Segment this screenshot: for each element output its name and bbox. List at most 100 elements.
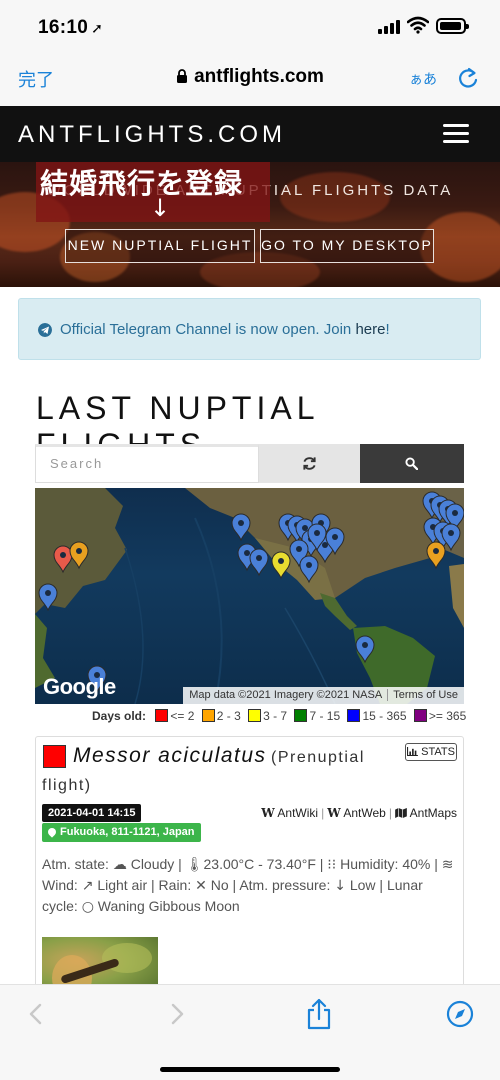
map-icon	[395, 808, 407, 818]
marker-layer	[35, 488, 464, 704]
text-size-button[interactable]: ぁあ	[409, 69, 437, 89]
arrow-up-right-icon: ↗	[81, 878, 94, 894]
search-input[interactable]: Search	[35, 444, 259, 483]
map-pin-icon[interactable]	[38, 583, 58, 612]
map-pin-icon[interactable]	[249, 548, 269, 577]
legend-swatch	[347, 709, 361, 722]
legend-item: >= 365	[413, 709, 466, 723]
map-pin-dot	[452, 510, 458, 516]
legend-swatch	[413, 709, 427, 722]
wind-icon: ≋	[441, 857, 454, 873]
legend-item: 3 - 7	[248, 709, 287, 723]
arrow-down-icon: ↓	[334, 878, 346, 894]
home-indicator	[160, 1067, 340, 1072]
reload-icon[interactable]	[457, 67, 479, 89]
site-header: ANTFLIGHTS.COM	[0, 106, 500, 162]
url-text: antflights.com	[194, 66, 324, 87]
go-to-desktop-button[interactable]: GO TO MY DESKTOP	[260, 229, 434, 263]
location-pin-icon	[46, 826, 58, 838]
battery-icon	[436, 18, 469, 34]
search-icon	[405, 457, 418, 470]
map-pin-dot	[332, 534, 338, 540]
wikipedia-w-icon: W	[327, 806, 341, 820]
humidity-icon: ⁝⁝	[327, 857, 337, 873]
moon-icon: ○	[81, 899, 94, 915]
days-old-legend: Days old: <= 2 2 - 3 3 - 7 7 - 15 15 - 3…	[92, 709, 470, 723]
forward-icon[interactable]	[171, 1003, 185, 1025]
map-pin-icon[interactable]	[231, 513, 251, 542]
terms-of-use-link[interactable]: Terms of Use	[393, 689, 458, 701]
close-icon: ✕	[195, 878, 207, 894]
antmaps-link[interactable]: AntMaps	[410, 806, 457, 820]
refresh-button[interactable]	[259, 444, 360, 483]
map-pin-icon[interactable]	[69, 541, 89, 570]
browser-bar: 完了 antflights.com ぁあ	[0, 56, 500, 106]
map-pin-dot	[433, 548, 439, 554]
antweb-link[interactable]: AntWeb	[343, 806, 385, 820]
cloudy-icon: ☁	[112, 857, 127, 873]
search-row: Search	[35, 444, 464, 483]
menu-icon[interactable]	[443, 124, 469, 144]
legend-swatch	[155, 709, 169, 722]
register-flight-overlay-text: 結婚飛行を登録	[40, 167, 244, 200]
telegram-icon	[38, 323, 52, 337]
legend-item: 15 - 365	[347, 709, 407, 723]
lock-icon	[177, 69, 188, 83]
thermometer-icon: 🌡	[185, 857, 204, 873]
search-button[interactable]	[360, 444, 464, 483]
back-icon[interactable]	[28, 1003, 42, 1025]
location-arrow-icon: ➚	[91, 20, 104, 36]
map-pin-dot	[322, 542, 328, 548]
flight-datetime: 2021-04-01 14:15	[42, 804, 142, 822]
weather-conditions: Atm. state: ☁ Cloudy | 🌡23.00°C - 73.40°…	[42, 856, 454, 915]
map-pin-dot	[238, 520, 244, 526]
google-logo: Google	[43, 674, 116, 699]
map-pin-dot	[314, 530, 320, 536]
map-pin-icon[interactable]	[441, 523, 461, 552]
down-arrow-icon: ↓	[150, 194, 171, 222]
browser-toolbar	[0, 984, 500, 1080]
species-name[interactable]: Messor aciculatus	[73, 744, 267, 768]
cellular-signal-icon	[378, 20, 402, 34]
flights-map[interactable]: Google Map data ©2021 Imagery ©2021 NASA…	[35, 488, 464, 704]
legend-swatch	[294, 709, 308, 722]
site-brand[interactable]: ANTFLIGHTS.COM	[18, 121, 286, 149]
refresh-icon	[303, 457, 316, 470]
map-pin-dot	[76, 548, 82, 554]
legend-title: Days old:	[92, 709, 147, 723]
compass-icon[interactable]	[446, 1000, 474, 1028]
legend-swatch	[201, 709, 215, 722]
map-pin-icon[interactable]	[53, 545, 73, 574]
map-pin-dot	[306, 562, 312, 568]
wifi-icon	[407, 16, 429, 34]
map-pin-dot	[302, 525, 308, 531]
hero-banner: WORLDWIDE ANT NUPTIAL FLIGHTS DATA 結婚飛行を…	[0, 162, 500, 287]
external-links: W AntWiki | W AntWeb | AntMaps	[261, 806, 457, 820]
map-credits: Map data ©2021 Imagery ©2021 NASA Terms o…	[183, 687, 464, 704]
new-nuptial-flight-button[interactable]: NEW NUPTIAL FLIGHT	[65, 229, 255, 263]
status-bar: 16:10 ➚	[0, 0, 500, 56]
age-color-indicator	[43, 745, 66, 768]
legend-item: 2 - 3	[201, 709, 241, 723]
telegram-alert: Official Telegram Channel is now open. J…	[18, 298, 481, 360]
antwiki-link[interactable]: AntWiki	[277, 806, 318, 820]
map-pin-icon[interactable]	[426, 541, 446, 570]
stats-button[interactable]: STATS	[405, 743, 457, 761]
map-pin-dot	[296, 546, 302, 552]
map-pin-icon[interactable]	[355, 635, 375, 664]
flight-type-continued: flight)	[42, 777, 92, 794]
wikipedia-w-icon: W	[261, 806, 275, 820]
map-pin-dot	[45, 590, 51, 596]
flight-type: (Prenuptial	[271, 749, 365, 766]
flight-card: Messor aciculatus (Prenuptial flight) ST…	[35, 736, 464, 997]
telegram-join-link[interactable]: here	[355, 321, 385, 338]
legend-item: <= 2	[155, 709, 194, 723]
bar-chart-icon	[407, 747, 418, 757]
map-pin-dot	[244, 550, 250, 556]
map-pin-dot	[362, 642, 368, 648]
map-pin-icon[interactable]	[299, 555, 319, 584]
share-icon[interactable]	[305, 998, 333, 1030]
map-pin-dot	[278, 558, 284, 564]
map-pin-icon[interactable]	[271, 551, 291, 580]
status-time: 16:10 ➚	[38, 17, 104, 38]
